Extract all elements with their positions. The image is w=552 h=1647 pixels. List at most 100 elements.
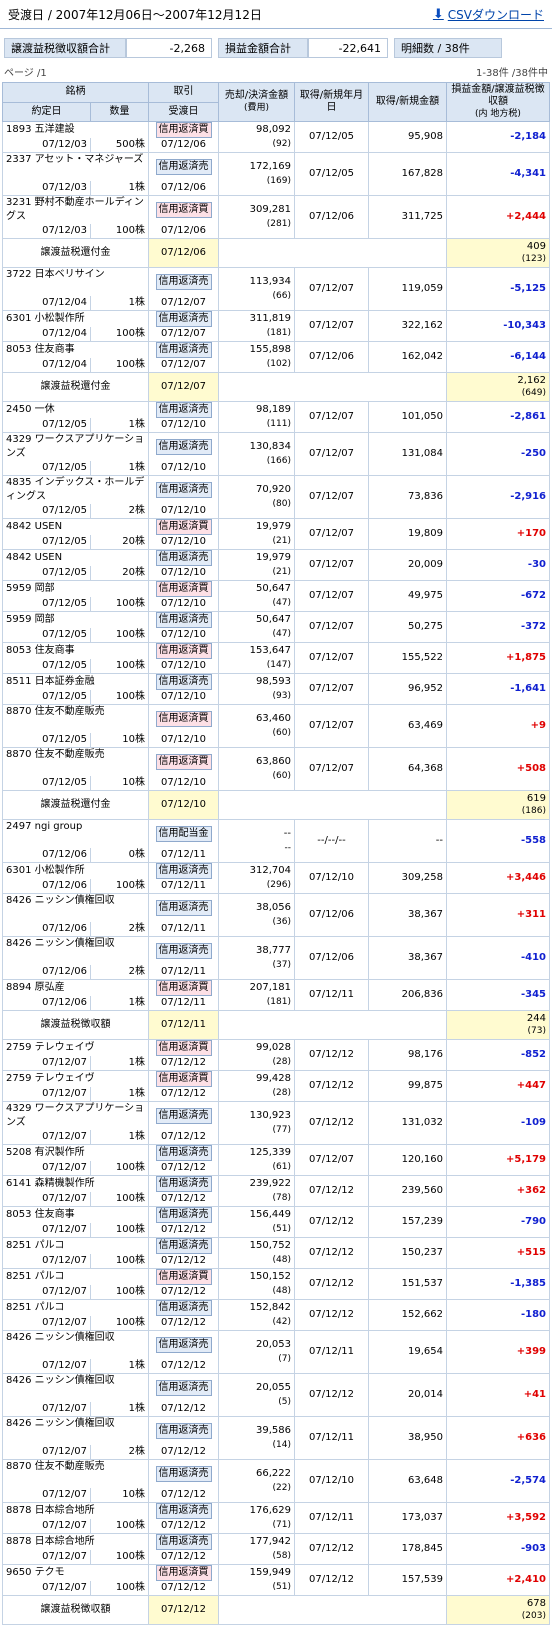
trade-date: 07/12/07 — [2, 1285, 91, 1300]
trade-type-badge: 信用返済売 — [155, 1466, 212, 1482]
stock-name[interactable]: 2497 ngi group — [2, 819, 149, 848]
acquire-amount: 239,560 — [368, 1175, 447, 1207]
sell-amount-cell: 239,922 (78) — [218, 1175, 295, 1207]
profit-loss: -30 — [446, 549, 550, 581]
stock-name[interactable]: 5208 有沢製作所 — [2, 1144, 149, 1161]
stock-name[interactable]: 8870 住友不動産販売 — [2, 704, 149, 733]
table-row: 8053 住友商事 信用返済売 155,898 (102) 07/12/06 162,04… — [2, 341, 550, 373]
stock-name[interactable]: 8426 ニッシン債権回収 — [2, 1416, 149, 1445]
stock-name[interactable]: 9650 テクモ — [2, 1564, 149, 1581]
stock-name[interactable]: 8870 住友不動産販売 — [2, 1459, 149, 1488]
profit-loss: -2,184 — [446, 121, 550, 153]
trade-type-cell: 信用返済売 — [148, 1533, 219, 1550]
stock-name[interactable]: 8426 ニッシン債権回収 — [2, 1373, 149, 1402]
stock-name[interactable]: 8251 パルコ — [2, 1237, 149, 1254]
settle-date: 07/12/12 — [148, 1445, 219, 1460]
trade-date: 07/12/07 — [2, 1402, 91, 1417]
trade-type-badge: 信用返済売 — [155, 943, 212, 959]
stock-name[interactable]: 8894 原弘産 — [2, 979, 149, 996]
stock-name[interactable]: 8251 パルコ — [2, 1268, 149, 1285]
trade-date: 07/12/03 — [2, 224, 91, 239]
stock-name[interactable]: 2337 アセット・マネジャーズ — [2, 152, 149, 181]
sell-amount-cell: 98,593 (93) — [218, 673, 295, 705]
csv-download-label[interactable]: CSVダウンロード — [448, 6, 544, 23]
stock-name[interactable]: 8870 住友不動産販売 — [2, 747, 149, 776]
settle-date: 07/12/07 — [148, 358, 219, 373]
settle-date: 07/12/10 — [148, 418, 219, 433]
acquire-date: 07/12/11 — [294, 1330, 369, 1374]
stock-name[interactable]: 4329 ワークスアプリケーションズ — [2, 432, 149, 461]
tax-blank — [218, 238, 447, 268]
acquire-date: 07/12/10 — [294, 1459, 369, 1503]
sell-amount-cell: 98,189 (111) — [218, 401, 295, 433]
stock-name[interactable]: 8053 住友商事 — [2, 642, 149, 659]
trade-type-cell: 信用返済売 — [148, 893, 219, 922]
table-row: 8870 住友不動産販売 信用返済買 63,460 (60) 07/12/07 63,46… — [2, 704, 550, 748]
quantity: 2株 — [90, 504, 149, 519]
stock-name[interactable]: 2759 テレウェイヴ — [2, 1039, 149, 1056]
acquire-date: 07/12/07 — [294, 611, 369, 643]
stock-name[interactable]: 8426 ニッシン債権回収 — [2, 893, 149, 922]
stock-name[interactable]: 4842 USEN — [2, 518, 149, 535]
trade-date: 07/12/07 — [2, 1223, 91, 1238]
stock-name[interactable]: 4329 ワークスアプリケーションズ — [2, 1101, 149, 1130]
sell-amount-cell: 63,460 (60) — [218, 704, 295, 748]
stock-name[interactable]: 4842 USEN — [2, 549, 149, 566]
sell-amount: 156,449 — [249, 1209, 291, 1220]
sell-amount-cell: 130,834 (166) — [218, 432, 295, 476]
stock-name[interactable]: 8053 住友商事 — [2, 341, 149, 358]
stock-name[interactable]: 2759 テレウェイヴ — [2, 1070, 149, 1087]
acquire-amount: 98,176 — [368, 1039, 447, 1071]
quantity: 0株 — [90, 848, 149, 863]
acquire-amount: 131,032 — [368, 1101, 447, 1145]
acquire-amount: 101,050 — [368, 401, 447, 433]
settle-date: 07/12/10 — [148, 733, 219, 748]
stock-name[interactable]: 6141 森精機製作所 — [2, 1175, 149, 1192]
settle-date: 07/12/12 — [148, 1519, 219, 1534]
stock-name[interactable]: 8878 日本綜合地所 — [2, 1502, 149, 1519]
profit-loss: -558 — [446, 819, 550, 863]
acquire-amount: 19,654 — [368, 1330, 447, 1374]
stock-name[interactable]: 8426 ニッシン債権回収 — [2, 1330, 149, 1359]
csv-download-link[interactable]: ⬇ CSVダウンロード — [433, 6, 544, 23]
stock-name[interactable]: 5959 岡部 — [2, 580, 149, 597]
trade-date: 07/12/05 — [2, 776, 91, 791]
settle-date: 07/12/12 — [148, 1087, 219, 1102]
stock-name[interactable]: 4835 インデックス・ホールディングス — [2, 475, 149, 504]
profit-loss: +2,410 — [446, 1564, 550, 1596]
stock-name[interactable]: 8511 日本証券金融 — [2, 673, 149, 690]
tax-amount-cell: 409 (123) — [446, 238, 550, 268]
sell-amount: 159,949 — [249, 1567, 291, 1578]
sell-amount: 311,819 — [249, 313, 291, 324]
fee-amount: (51) — [272, 1224, 291, 1234]
stock-name[interactable]: 3722 日本ベリサイン — [2, 267, 149, 296]
profit-loss: +636 — [446, 1416, 550, 1460]
profit-loss: -903 — [446, 1533, 550, 1565]
stock-name[interactable]: 8426 ニッシン債権回収 — [2, 936, 149, 965]
stock-name[interactable]: 2450 一休 — [2, 401, 149, 418]
settle-date: 07/12/12 — [148, 1223, 219, 1238]
profit-loss: -2,916 — [446, 475, 550, 519]
acquire-amount: 63,648 — [368, 1459, 447, 1503]
trade-date: 07/12/06 — [2, 879, 91, 894]
tax-total-label: 譲渡益税徴収額合計 — [4, 38, 126, 58]
stock-name[interactable]: 8251 パルコ — [2, 1299, 149, 1316]
fee-amount: (166) — [266, 456, 291, 466]
sell-amount: 150,752 — [249, 1240, 291, 1251]
trade-type-badge: 信用返済買 — [155, 754, 212, 770]
trade-type-cell: 信用返済売 — [148, 432, 219, 461]
settle-date: 07/12/07 — [148, 327, 219, 342]
stock-name[interactable]: 8878 日本綜合地所 — [2, 1533, 149, 1550]
stock-name[interactable]: 1893 五洋建設 — [2, 121, 149, 138]
stock-name[interactable]: 8053 住友商事 — [2, 1206, 149, 1223]
stock-name[interactable]: 6301 小松製作所 — [2, 862, 149, 879]
settle-date: 07/12/10 — [148, 535, 219, 550]
sell-amount: 70,920 — [256, 484, 291, 495]
table-row: 3722 日本ベリサイン 信用返済売 113,934 (66) 07/12/07 119,… — [2, 267, 550, 311]
trade-type-cell: 信用配当金 — [148, 819, 219, 848]
stock-name[interactable]: 5959 岡部 — [2, 611, 149, 628]
settle-date: 07/12/10 — [148, 690, 219, 705]
stock-name[interactable]: 6301 小松製作所 — [2, 310, 149, 327]
sell-amount-cell: 125,339 (61) — [218, 1144, 295, 1176]
stock-name[interactable]: 3231 野村不動産ホールディングス — [2, 195, 149, 224]
